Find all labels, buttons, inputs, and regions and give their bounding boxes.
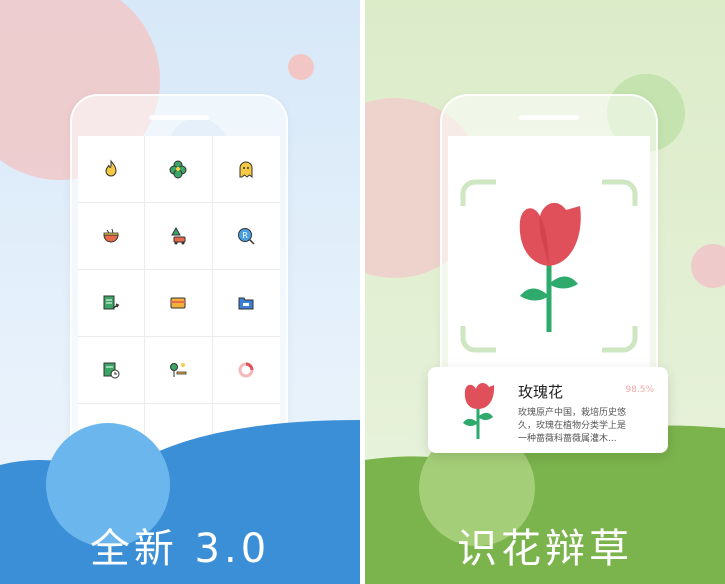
grid-cell[interactable] [145, 136, 213, 203]
left-promo-panel: R 全新 3.0 [0, 0, 360, 584]
phone-speaker [519, 115, 579, 120]
grid-cell[interactable] [145, 270, 213, 337]
svg-text:R: R [243, 231, 249, 240]
decor-circle-pink-small [691, 244, 725, 288]
grid-cell[interactable] [78, 337, 146, 404]
grid-cell[interactable] [212, 136, 280, 203]
rose-thumbnail-icon [463, 383, 495, 439]
grid-cell[interactable] [212, 270, 280, 337]
grid-cell[interactable] [145, 337, 213, 404]
schedule-icon [103, 362, 120, 379]
grid-cell[interactable] [78, 270, 146, 337]
search-r-icon: R [238, 228, 255, 245]
result-card[interactable]: 玫瑰花 98.5% 玫瑰原产中国，栽培历史悠久，玫瑰在植物分类学上是一种蔷薇科蔷… [428, 367, 668, 453]
left-caption: 全新 3.0 [89, 526, 271, 572]
bowl-icon [103, 228, 119, 243]
grid-cell[interactable] [145, 203, 213, 270]
right-caption: 识花辩草 [457, 526, 633, 572]
decor-circle-small [288, 54, 314, 80]
grid-cell[interactable]: R [212, 203, 280, 270]
grid-cell[interactable] [212, 337, 280, 404]
folder-icon [238, 297, 254, 310]
grid-cell[interactable] [78, 203, 146, 270]
result-score: 98.5% [625, 385, 654, 395]
car-tree-icon [171, 226, 186, 245]
result-description: 玫瑰原产中国，栽培历史悠久，玫瑰在植物分类学上是一种蔷薇科蔷薇属灌木... [518, 408, 627, 444]
result-title: 玫瑰花 [518, 383, 564, 401]
fire-icon [105, 159, 117, 177]
document-arrow-icon [103, 295, 120, 310]
wallet-icon [170, 297, 186, 309]
rose-icon [519, 202, 581, 332]
park-icon [170, 363, 187, 377]
phone-speaker [149, 115, 209, 120]
ghost-icon [239, 161, 253, 179]
loading-ring-icon [238, 362, 254, 378]
grid-cell[interactable] [78, 136, 146, 203]
right-promo-panel: 识花辩草 [365, 0, 725, 584]
flower-clover-icon [169, 160, 187, 179]
